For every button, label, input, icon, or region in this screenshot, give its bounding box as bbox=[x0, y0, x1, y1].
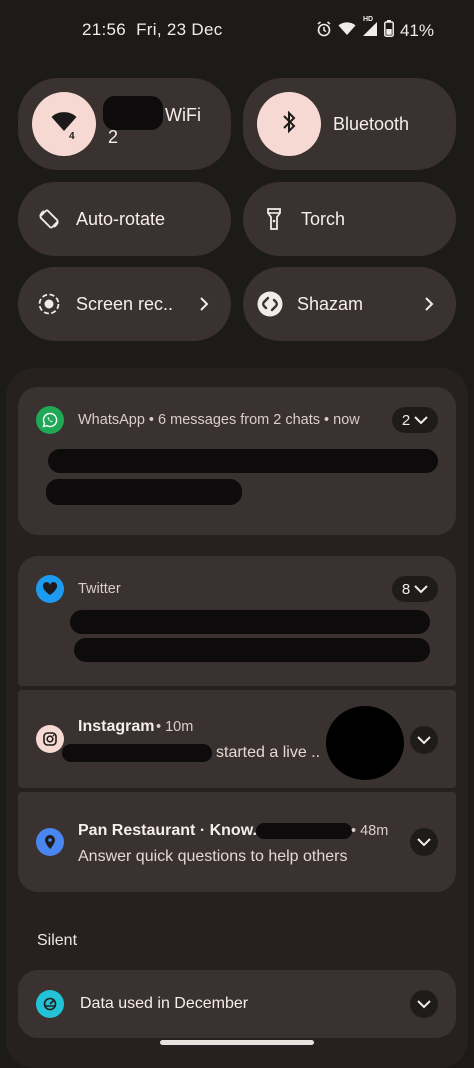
notification-twitter[interactable]: Twitter 8 bbox=[18, 556, 456, 686]
rotate-icon bbox=[36, 206, 62, 232]
notification-whatsapp[interactable]: WhatsApp • 6 messages from 2 chats • now… bbox=[18, 387, 456, 535]
data-usage-title: Data used in December bbox=[80, 995, 249, 1012]
notification-data-usage[interactable]: Data used in December bbox=[18, 970, 456, 1038]
wifi-label: WiFi bbox=[165, 105, 201, 125]
torch-icon bbox=[261, 206, 287, 232]
twitter-expand-button[interactable]: 8 bbox=[392, 576, 438, 602]
chevron-right-icon bbox=[197, 297, 211, 311]
redacted-message bbox=[74, 638, 430, 662]
whatsapp-count: 2 bbox=[401, 411, 411, 429]
redacted-message bbox=[48, 449, 438, 473]
bluetooth-label: Bluetooth bbox=[333, 113, 410, 134]
redacted-message bbox=[70, 610, 430, 634]
notification-maps[interactable]: Pan Restaurant · Know.. • 48m Answer qui… bbox=[18, 792, 456, 892]
bluetooth-toggle[interactable] bbox=[257, 92, 321, 156]
heart-icon bbox=[36, 575, 64, 603]
chevron-down-icon bbox=[417, 736, 431, 745]
silent-section-label: Silent bbox=[37, 932, 78, 949]
data-usage-icon bbox=[36, 990, 64, 1018]
maps-time: • 48m bbox=[351, 823, 389, 839]
battery-icon bbox=[384, 20, 394, 42]
battery-percent: 41% bbox=[399, 21, 434, 40]
instagram-expand-button[interactable] bbox=[410, 726, 438, 754]
shazam-icon bbox=[257, 291, 283, 317]
maps-expand-button[interactable] bbox=[410, 828, 438, 856]
status-icons: HD 41% bbox=[316, 16, 434, 42]
tile-screen-record[interactable]: Screen rec.. bbox=[18, 267, 231, 341]
redacted-avatar bbox=[326, 706, 404, 780]
wifi-signal-icon bbox=[338, 21, 356, 41]
chevron-down-icon bbox=[417, 1000, 431, 1009]
network-badge: HD bbox=[362, 15, 374, 23]
wifi-badge: 4 bbox=[69, 131, 75, 142]
bluetooth-icon bbox=[281, 110, 297, 139]
screen-record-icon bbox=[36, 291, 62, 317]
chevron-down-icon bbox=[414, 585, 428, 594]
tile-wifi[interactable]: 4 WiFi 2 bbox=[18, 78, 231, 170]
shazam-label: Shazam bbox=[297, 293, 364, 314]
torch-label: Torch bbox=[301, 208, 346, 229]
tile-bluetooth[interactable]: Bluetooth bbox=[243, 78, 456, 170]
twitter-count: 8 bbox=[401, 580, 411, 598]
data-usage-expand-button[interactable] bbox=[410, 990, 438, 1018]
instagram-body: started a live .. bbox=[216, 744, 321, 761]
instagram-time: • 10m bbox=[156, 719, 194, 735]
tile-auto-rotate[interactable]: Auto-rotate bbox=[18, 182, 231, 256]
redacted-place bbox=[256, 823, 352, 839]
notification-instagram[interactable]: Instagram • 10m started a live .. bbox=[18, 690, 456, 788]
wifi-sub: 2 bbox=[108, 127, 119, 147]
instagram-icon bbox=[36, 725, 64, 753]
tile-torch[interactable]: Torch bbox=[243, 182, 456, 256]
screen-record-label: Screen rec.. bbox=[76, 293, 174, 314]
maps-body: Answer quick questions to help others bbox=[78, 848, 348, 865]
chevron-down-icon bbox=[414, 416, 428, 425]
instagram-title: Instagram bbox=[78, 718, 155, 735]
redacted-username bbox=[62, 744, 212, 762]
date: Fri, 23 Dec bbox=[136, 20, 223, 39]
cell-signal-icon: HD bbox=[362, 16, 378, 42]
whatsapp-icon bbox=[36, 406, 64, 434]
gesture-home-bar[interactable] bbox=[160, 1040, 314, 1045]
maps-title: Pan Restaurant · Know.. bbox=[78, 822, 262, 839]
chevron-down-icon bbox=[417, 838, 431, 847]
chevron-right-icon bbox=[422, 297, 436, 311]
wifi-toggle[interactable]: 4 bbox=[32, 92, 96, 156]
redacted-network-name bbox=[103, 96, 163, 130]
clock: 21:56 bbox=[82, 20, 127, 39]
alarm-icon bbox=[316, 20, 332, 42]
auto-rotate-label: Auto-rotate bbox=[76, 208, 166, 229]
whatsapp-expand-button[interactable]: 2 bbox=[392, 407, 438, 433]
whatsapp-header: WhatsApp • 6 messages from 2 chats • now bbox=[78, 412, 360, 428]
redacted-message bbox=[46, 479, 242, 505]
twitter-header: Twitter bbox=[78, 581, 121, 597]
location-pin-icon bbox=[36, 828, 64, 856]
status-bar-time: 21:56 Fri, 23 Dec bbox=[82, 20, 223, 40]
tile-shazam[interactable]: Shazam bbox=[243, 267, 456, 341]
